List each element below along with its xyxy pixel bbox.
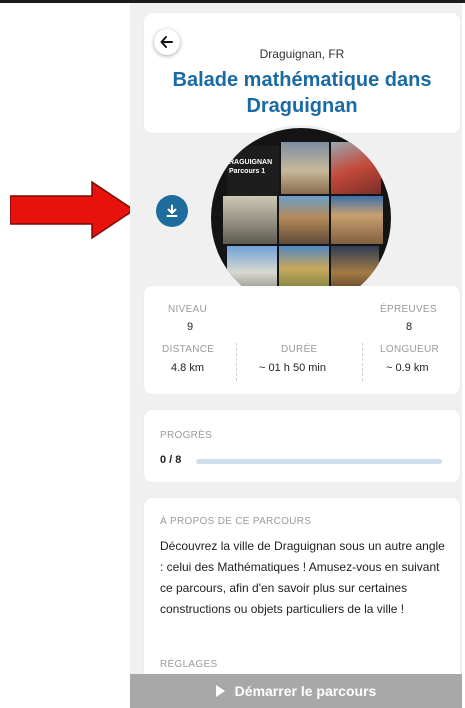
length-label: LONGUEUR <box>380 344 440 355</box>
progress-label: PROGRÈS <box>160 430 213 441</box>
stats-divider <box>362 343 363 381</box>
cover-tile <box>281 142 329 194</box>
play-icon <box>215 685 225 697</box>
progress-value: 0 / 8 <box>160 454 182 466</box>
header-card: Draguignan, FR Balade mathématique dans … <box>144 13 460 133</box>
duration-value: ~ 01 h 50 min <box>259 362 326 374</box>
progress-card: PROGRÈS 0 / 8 <box>144 410 460 482</box>
progress-bar <box>196 459 442 464</box>
about-label: À PROPOS DE CE PARCOURS <box>160 516 312 527</box>
cover-label: RAGUIGNAN Parcours 1 <box>229 159 273 175</box>
download-button[interactable] <box>156 195 188 227</box>
tests-value: 8 <box>406 321 413 333</box>
start-route-label: Démarrer le parcours <box>234 683 377 699</box>
length-value: ~ 0.9 km <box>386 362 429 374</box>
about-text: Découvrez la ville de Draguignan sous un… <box>160 539 445 616</box>
level-label: NIVEAU <box>168 304 208 315</box>
distance-value: 4.8 km <box>171 362 205 374</box>
red-arrow-annotation <box>10 180 136 240</box>
app-screen: Draguignan, FR Balade mathématique dans … <box>130 3 462 708</box>
stats-card <box>144 286 460 394</box>
settings-label[interactable]: RÉGLAGES <box>160 659 217 670</box>
duration-label: DURÉE <box>281 344 318 355</box>
cover-tile <box>279 196 329 244</box>
cover-image: RAGUIGNAN Parcours 1 <box>208 125 394 311</box>
cover-tile <box>223 196 277 244</box>
cover-tile <box>331 196 383 244</box>
page-title: Balade mathématique dans Draguignan <box>172 69 432 117</box>
stats-divider <box>236 343 237 381</box>
tests-label: ÉPREUVES <box>380 304 437 315</box>
location-label: Draguignan, FR <box>259 47 345 61</box>
start-route-button[interactable]: Démarrer le parcours <box>130 674 462 708</box>
level-value: 9 <box>187 321 194 333</box>
cover-tile <box>331 142 381 194</box>
distance-label: DISTANCE <box>162 344 215 355</box>
download-icon <box>166 204 178 217</box>
about-card: À PROPOS DE CE PARCOURS Découvrez la vil… <box>144 498 460 688</box>
